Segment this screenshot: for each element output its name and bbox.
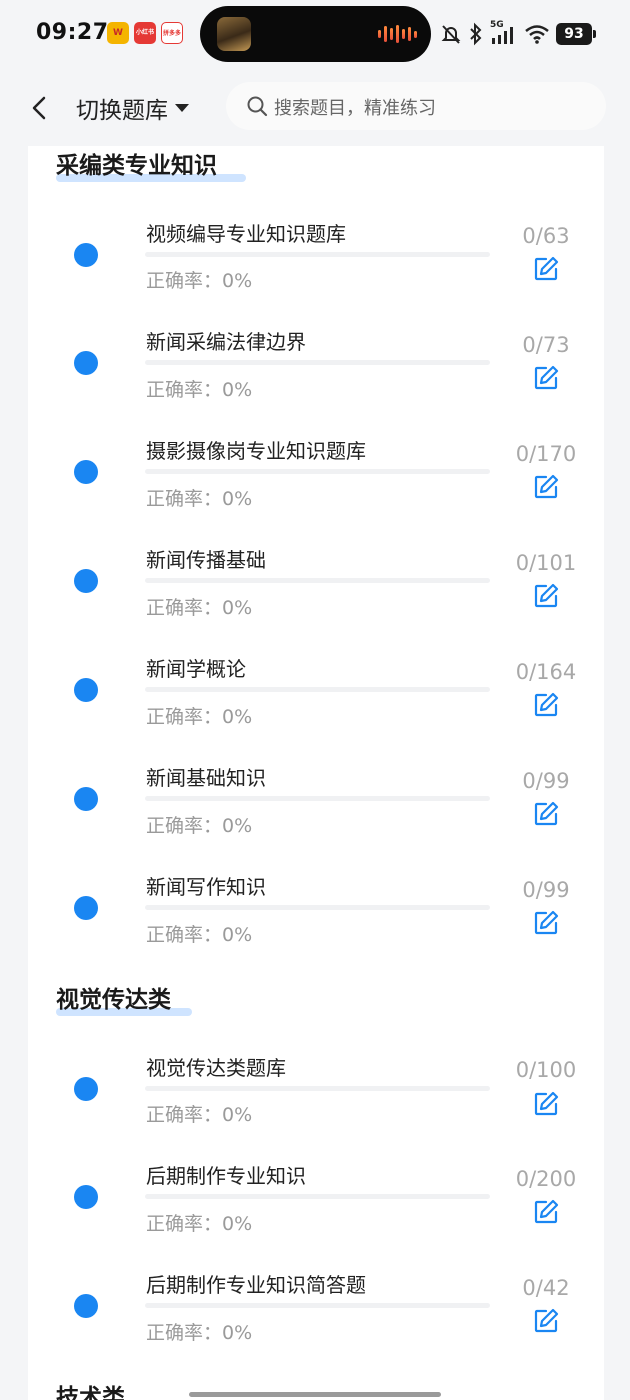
question-count: 0/73: [522, 333, 570, 357]
edit-practice-icon[interactable]: [533, 365, 559, 391]
question-bank-item[interactable]: 新闻基础知识 正确率：0% 0/99: [28, 745, 604, 853]
audio-wave-icon: [378, 25, 417, 43]
bank-name: 新闻采编法律边界: [146, 330, 306, 354]
edit-practice-icon[interactable]: [533, 801, 559, 827]
edit-practice-icon[interactable]: [533, 474, 559, 500]
search-icon: [247, 96, 268, 117]
progress-bar: [145, 1086, 490, 1091]
section-title: 技术类: [56, 1385, 125, 1400]
battery-icon: 93: [556, 23, 596, 45]
bullet-dot: [74, 569, 98, 593]
section-title: 采编类专业知识: [56, 146, 246, 182]
back-button[interactable]: [24, 88, 56, 128]
progress-bar: [145, 905, 490, 910]
bullet-dot: [74, 678, 98, 702]
question-count: 0/99: [522, 878, 570, 902]
question-bank-list: 采编类专业知识 视频编导专业知识题库 正确率：0% 0/63 新闻采编法律边界 …: [28, 146, 604, 1400]
edit-practice-icon[interactable]: [533, 1091, 559, 1117]
edit-practice-icon[interactable]: [533, 1308, 559, 1334]
bluetooth-icon: [470, 22, 482, 46]
top-nav-bar: 切换题库 搜索题目，精准练习: [0, 68, 630, 146]
progress-bar: [145, 469, 490, 474]
bank-name: 视觉传达类题库: [146, 1056, 286, 1080]
question-count: 0/170: [515, 442, 577, 466]
accuracy-text: 正确率：0%: [146, 1104, 253, 1126]
question-count: 0/200: [515, 1167, 577, 1191]
bullet-dot: [74, 1185, 98, 1209]
bullet-dot: [74, 1294, 98, 1318]
progress-bar: [145, 1303, 490, 1308]
notification-app-icon: 拼多多: [161, 22, 183, 44]
media-thumbnail: [217, 17, 251, 51]
page-title: 切换题库: [76, 98, 168, 124]
bullet-dot: [74, 243, 98, 267]
question-count: 0/42: [522, 1276, 570, 1300]
progress-bar: [145, 796, 490, 801]
accuracy-text: 正确率：0%: [146, 597, 253, 619]
accuracy-text: 正确率：0%: [146, 488, 253, 510]
accuracy-text: 正确率：0%: [146, 706, 253, 728]
accuracy-text: 正确率：0%: [146, 1213, 253, 1235]
notification-app-icon: 小红书: [134, 22, 156, 44]
edit-practice-icon[interactable]: [533, 1199, 559, 1225]
notification-app-icon: W: [107, 22, 129, 44]
home-indicator[interactable]: [189, 1392, 441, 1397]
edit-practice-icon[interactable]: [533, 256, 559, 282]
question-bank-item[interactable]: 新闻写作知识 正确率：0% 0/99: [28, 854, 604, 962]
progress-bar: [145, 578, 490, 583]
progress-bar: [145, 1194, 490, 1199]
status-indicators: 5G 93: [440, 20, 596, 48]
bullet-dot: [74, 1077, 98, 1101]
bullet-dot: [74, 460, 98, 484]
switch-bank-dropdown[interactable]: 切换题库: [76, 90, 190, 126]
question-count: 0/164: [515, 660, 577, 684]
wifi-icon: [525, 25, 549, 44]
bullet-dot: [74, 351, 98, 375]
status-bar: 09:27 W 小红书 拼多多 5G 93: [0, 0, 630, 68]
progress-bar: [145, 687, 490, 692]
search-placeholder: 搜索题目，精准练习: [274, 98, 436, 119]
bank-name: 摄影摄像岗专业知识题库: [146, 439, 366, 463]
bank-name: 新闻传播基础: [146, 548, 266, 572]
question-bank-item[interactable]: 新闻采编法律边界 正确率：0% 0/73: [28, 309, 604, 417]
accuracy-text: 正确率：0%: [146, 379, 253, 401]
bank-name: 新闻基础知识: [146, 766, 266, 790]
question-bank-item[interactable]: 视频编导专业知识题库 正确率：0% 0/63: [28, 200, 604, 308]
bank-name: 新闻写作知识: [146, 875, 266, 899]
question-bank-item[interactable]: 后期制作专业知识 正确率：0% 0/200: [28, 1143, 604, 1251]
progress-bar: [145, 252, 490, 257]
bank-name: 后期制作专业知识: [146, 1164, 306, 1188]
status-time: 09:27: [36, 20, 109, 45]
bank-name: 新闻学概论: [146, 657, 246, 681]
edit-practice-icon[interactable]: [533, 583, 559, 609]
chevron-left-icon: [32, 96, 46, 120]
dynamic-island[interactable]: [200, 6, 431, 62]
question-count: 0/99: [522, 769, 570, 793]
edit-practice-icon[interactable]: [533, 910, 559, 936]
question-bank-item[interactable]: 新闻学概论 正确率：0% 0/164: [28, 636, 604, 744]
question-count: 0/101: [515, 551, 577, 575]
bullet-dot: [74, 787, 98, 811]
question-bank-item[interactable]: 视觉传达类题库 正确率：0% 0/100: [28, 1034, 604, 1142]
edit-practice-icon[interactable]: [533, 692, 559, 718]
question-count: 0/63: [522, 224, 570, 248]
progress-bar: [145, 360, 490, 365]
question-bank-item[interactable]: 摄影摄像岗专业知识题库 正确率：0% 0/170: [28, 418, 604, 526]
bank-name: 视频编导专业知识题库: [146, 222, 346, 246]
question-count: 0/100: [515, 1058, 577, 1082]
mute-bell-icon: [441, 25, 461, 44]
signal-5g-icon: 5G: [490, 20, 518, 46]
question-bank-item[interactable]: 后期制作专业知识简答题 正确率：0% 0/42: [28, 1252, 604, 1360]
bullet-dot: [74, 896, 98, 920]
accuracy-text: 正确率：0%: [146, 1322, 253, 1344]
search-input[interactable]: 搜索题目，精准练习: [226, 82, 606, 130]
bank-name: 后期制作专业知识简答题: [146, 1273, 366, 1297]
accuracy-text: 正确率：0%: [146, 270, 253, 292]
question-bank-item[interactable]: 新闻传播基础 正确率：0% 0/101: [28, 527, 604, 635]
accuracy-text: 正确率：0%: [146, 815, 253, 837]
section-title: 视觉传达类: [56, 980, 192, 1016]
accuracy-text: 正确率：0%: [146, 924, 253, 946]
caret-down-icon: [175, 104, 189, 112]
